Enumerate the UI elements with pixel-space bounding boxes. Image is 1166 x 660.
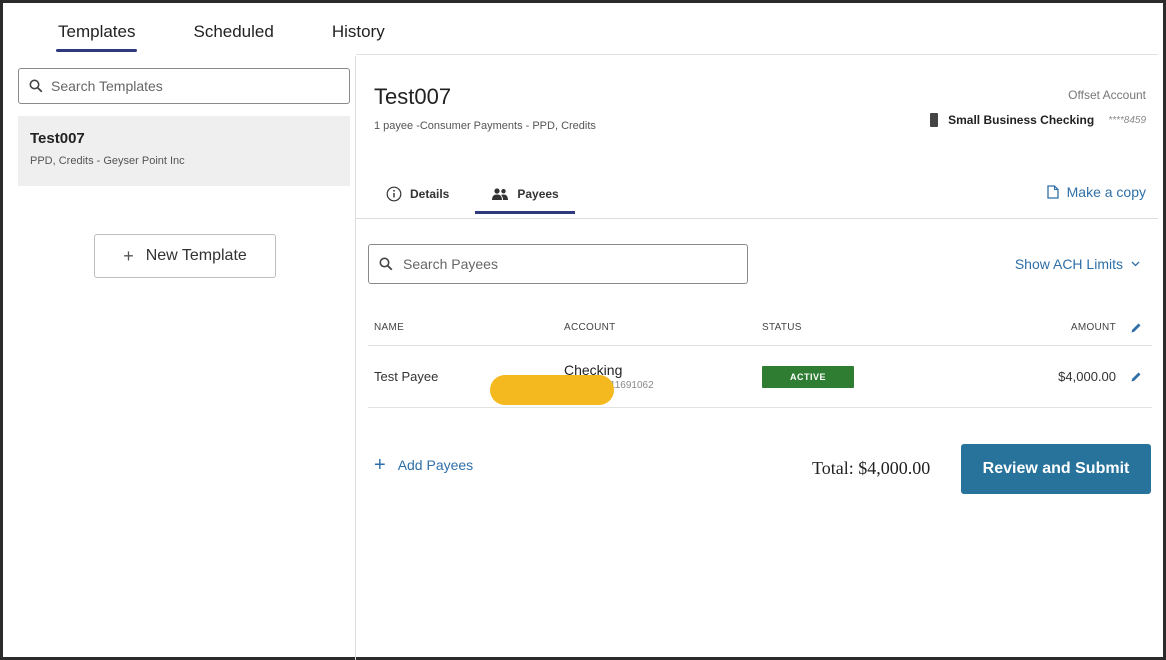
total-amount: Total: $4,000.00 [812, 458, 931, 478]
review-and-submit-button[interactable]: Review and Submit [961, 444, 1151, 494]
chevron-down-icon [1131, 261, 1140, 267]
column-header-amount-cell: AMOUNT [952, 322, 1152, 334]
new-template-button[interactable]: + New Template [94, 234, 276, 278]
status-cell: ACTIVE [762, 365, 952, 388]
search-payees-box[interactable] [368, 244, 748, 284]
search-icon [29, 79, 43, 93]
page-title: Test007 [374, 84, 452, 109]
new-template-label: New Template [145, 247, 247, 264]
offset-account-name: Small Business Checking [948, 113, 1095, 127]
payee-amount: $4,000.00 [1058, 369, 1116, 384]
tab-payees[interactable]: Payees [475, 182, 576, 214]
edit-pencil-icon[interactable] [1130, 371, 1142, 383]
info-icon [386, 186, 402, 202]
template-list-item[interactable]: Test007 PPD, Credits - Geyser Point Inc [18, 116, 350, 186]
account-icon [930, 113, 939, 127]
tab-history[interactable]: History [314, 18, 403, 52]
edit-all-pencil-icon[interactable] [1130, 322, 1142, 334]
templates-sidebar: Test007 PPD, Credits - Geyser Point Inc … [14, 56, 356, 660]
redaction-mark [490, 375, 614, 405]
column-header-status[interactable]: STATUS [762, 322, 952, 333]
template-subtitle: PPD, Credits - Geyser Point Inc [30, 155, 185, 167]
top-tabs: Templates Scheduled History [40, 18, 403, 52]
add-payees-label: Add Payees [397, 457, 474, 473]
make-copy-label: Make a copy [1066, 184, 1146, 200]
people-icon [492, 188, 509, 200]
search-payees-input[interactable] [403, 256, 733, 272]
document-icon [1046, 185, 1059, 199]
ach-limits-label: Show ACH Limits [1014, 256, 1123, 272]
tab-details-label: Details [410, 187, 450, 201]
amount-cell: $4,000.00 [952, 369, 1152, 384]
make-copy-link[interactable]: Make a copy [1046, 184, 1146, 200]
column-header-amount[interactable]: AMOUNT [1071, 322, 1116, 333]
show-ach-limits-toggle[interactable]: Show ACH Limits [1015, 256, 1140, 272]
tab-payees-label: Payees [517, 187, 559, 201]
tab-templates[interactable]: Templates [40, 18, 153, 52]
add-payees-link[interactable]: + Add Payees [374, 454, 474, 476]
offset-account-label: Offset Account [1068, 88, 1146, 102]
search-templates-input[interactable] [51, 78, 331, 94]
table-row[interactable]: Test Payee Checking 9 211691062 ACTIVE $… [368, 346, 1152, 408]
column-header-account[interactable]: ACCOUNT [564, 322, 762, 333]
column-header-name[interactable]: NAME [368, 322, 564, 333]
search-icon [379, 257, 393, 271]
tab-scheduled[interactable]: Scheduled [175, 18, 291, 52]
table-header: NAME ACCOUNT STATUS AMOUNT [368, 310, 1152, 346]
header-divider [356, 54, 1158, 55]
detail-tabs: Details Payees [374, 182, 576, 214]
page-subtitle: 1 payee -Consumer Payments - PPD, Credit… [374, 120, 596, 132]
plus-icon: + [123, 245, 134, 266]
offset-account: Small Business Checking ****8459 [930, 113, 1146, 127]
status-badge: ACTIVE [762, 365, 854, 388]
offset-account-mask: ****8459 [1108, 114, 1146, 126]
plus-icon: + [374, 454, 386, 476]
payees-table: NAME ACCOUNT STATUS AMOUNT Test Payee Ch… [368, 310, 1152, 408]
template-name: Test007 [30, 130, 85, 147]
search-templates-box[interactable] [18, 68, 350, 104]
tab-details[interactable]: Details [374, 182, 461, 214]
tabs-divider [356, 218, 1158, 219]
